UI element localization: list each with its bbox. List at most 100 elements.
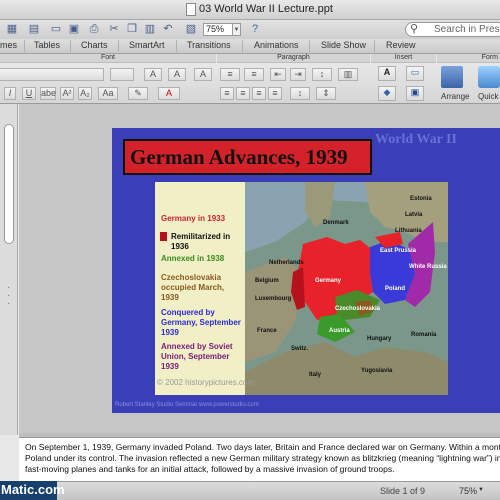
font-group-header: Font: [0, 54, 216, 63]
thumbnail-scrollbar[interactable]: [4, 124, 14, 244]
map-label-estonia: Estonia: [410, 196, 432, 202]
change-case-button[interactable]: Aa: [98, 87, 118, 100]
map-label-france: France: [257, 328, 277, 334]
paste-icon[interactable]: ▥: [142, 22, 158, 36]
standard-toolbar: ▦ ▤ ▭ ▣ ⎙ ✂ ❐ ▥ ↶ ▧ 75% ▼ ? ⚲ Search in …: [0, 20, 500, 39]
quick-styles-label[interactable]: Quick: [478, 92, 498, 101]
arrange-label[interactable]: Arrange: [441, 92, 469, 101]
map-label-luxembourg: Luxembourg: [255, 296, 292, 302]
align-center-icon[interactable]: ≡: [236, 87, 250, 100]
subscript-button[interactable]: A₂: [78, 87, 92, 100]
zoom-field[interactable]: 75%: [203, 23, 233, 36]
map-label-poland: Poland: [385, 286, 406, 292]
clear-format-icon[interactable]: A: [194, 68, 212, 81]
ribbon-tabs: mes Tables Charts SmartArt Transitions A…: [0, 39, 500, 54]
search-icon: ⚲: [410, 23, 419, 35]
legend-germany-1933: Germany in 1933: [161, 214, 226, 223]
tab-home[interactable]: mes: [0, 40, 17, 50]
bullets-icon[interactable]: ≡: [220, 68, 240, 81]
increase-font-icon[interactable]: A: [144, 68, 162, 81]
map-copyright: © 2002 historypictures.com: [157, 378, 255, 387]
shadow-button[interactable]: abe: [40, 87, 56, 100]
highlight-button[interactable]: ✎: [128, 87, 148, 100]
status-zoom-dropdown-icon[interactable]: ▼: [478, 487, 484, 493]
tab-separator: [309, 40, 310, 52]
save-icon[interactable]: ▣: [66, 22, 82, 36]
decrease-indent-icon[interactable]: ⇤: [270, 68, 286, 81]
justify-icon[interactable]: ≡: [268, 87, 282, 100]
line-spacing-icon[interactable]: ↕: [290, 87, 310, 100]
map-label-east-prussia: East Prussia: [380, 248, 417, 254]
tab-separator: [242, 40, 243, 52]
pane-resize-handle[interactable]: · · ·: [7, 283, 11, 309]
tab-animations[interactable]: Animations: [254, 40, 299, 50]
align-text-icon[interactable]: ⇕: [316, 87, 336, 100]
text-direction-icon[interactable]: ↕: [312, 68, 332, 81]
increase-indent-icon[interactable]: ⇥: [290, 68, 306, 81]
map-label-switzerland: Switz.: [291, 346, 309, 352]
map-label-belgium: Belgium: [255, 278, 279, 284]
legend-conquered: Conquered by Germany, September 1939: [161, 308, 241, 337]
font-color-button[interactable]: A: [158, 87, 180, 100]
new-icon[interactable]: ▦: [4, 22, 20, 36]
cut-icon[interactable]: ✂: [106, 22, 122, 36]
columns-icon[interactable]: ▥: [338, 68, 358, 81]
status-zoom[interactable]: 75%: [459, 486, 477, 496]
open-icon[interactable]: ▭: [48, 22, 64, 36]
map-legend: Germany in 1933 Remilitarized in 1936 An…: [155, 182, 245, 395]
notes-text[interactable]: On September 1, 1939, Germany invaded Po…: [25, 442, 500, 475]
quick-styles-icon[interactable]: [478, 66, 500, 88]
tab-transitions[interactable]: Transitions: [187, 40, 231, 50]
map-label-white-russia: White Russia: [409, 264, 447, 270]
map-label-italy: Italy: [309, 372, 322, 378]
slide-title-box[interactable]: German Advances, 1939: [123, 139, 372, 175]
tab-charts[interactable]: Charts: [81, 40, 108, 50]
tab-tables[interactable]: Tables: [34, 40, 60, 50]
font-size-field[interactable]: [110, 68, 134, 81]
tab-smartart[interactable]: SmartArt: [129, 40, 165, 50]
map-label-netherlands: Netherlands: [269, 260, 304, 266]
map-label-czechoslovakia: Czechoslovakia: [335, 306, 381, 312]
notes-pane[interactable]: On September 1, 1939, Germany invaded Po…: [19, 437, 500, 481]
gallery-icon[interactable]: ▧: [183, 22, 199, 36]
italic-button[interactable]: I: [4, 87, 16, 100]
map-label-yugoslavia: Yugoslavia: [361, 368, 393, 374]
tab-review[interactable]: Review: [386, 40, 416, 50]
europe-map: Denmark Netherlands Germany Poland East …: [245, 182, 448, 395]
map-label-germany: Germany: [315, 278, 342, 284]
insert-group-header: Insert: [371, 54, 436, 63]
window-title: 03 World War II Lecture.ppt: [199, 3, 333, 15]
media-icon[interactable]: ▣: [406, 86, 424, 101]
font-name-field[interactable]: [0, 68, 104, 81]
print-icon[interactable]: ⎙: [86, 22, 102, 36]
legend-remilitarized: Remilitarized in 1936: [171, 232, 231, 251]
decrease-font-icon[interactable]: A: [168, 68, 186, 81]
tab-separator: [24, 40, 25, 52]
slide-indicator: Slide 1 of 9: [380, 486, 426, 496]
tab-slide-show[interactable]: Slide Show: [321, 40, 366, 50]
zoom-dropdown-icon[interactable]: ▼: [233, 23, 241, 36]
paragraph-group-header: Paragraph: [217, 54, 370, 63]
tab-separator: [118, 40, 119, 52]
slide-thumbnail-pane: · · ·: [0, 104, 18, 435]
undo-icon[interactable]: ↶: [160, 22, 176, 36]
templates-icon[interactable]: ▤: [26, 22, 42, 36]
picture-icon[interactable]: ▭: [406, 66, 424, 81]
align-left-icon[interactable]: ≡: [220, 87, 234, 100]
text-box-icon[interactable]: A: [378, 66, 396, 81]
powerpoint-window: 03 World War II Lecture.ppt ▦ ▤ ▭ ▣ ⎙ ✂ …: [0, 0, 500, 500]
slide[interactable]: World War II German Advances, 1939 Germa…: [112, 128, 500, 413]
copy-icon[interactable]: ❐: [124, 22, 140, 36]
search-field[interactable]: ⚲ Search in Presentation: [405, 22, 500, 37]
numbering-icon[interactable]: ≡: [244, 68, 264, 81]
underline-button[interactable]: U: [22, 87, 36, 100]
map-label-denmark: Denmark: [323, 220, 349, 226]
help-icon[interactable]: ?: [247, 22, 263, 36]
align-right-icon[interactable]: ≡: [252, 87, 266, 100]
arrange-icon[interactable]: [441, 66, 463, 88]
title-bar: 03 World War II Lecture.ppt: [0, 0, 500, 20]
legend-annexed-1938: Annexed in 1938: [161, 254, 225, 263]
tab-separator: [374, 40, 375, 52]
superscript-button[interactable]: A²: [60, 87, 74, 100]
shape-icon[interactable]: ◆: [378, 86, 396, 101]
